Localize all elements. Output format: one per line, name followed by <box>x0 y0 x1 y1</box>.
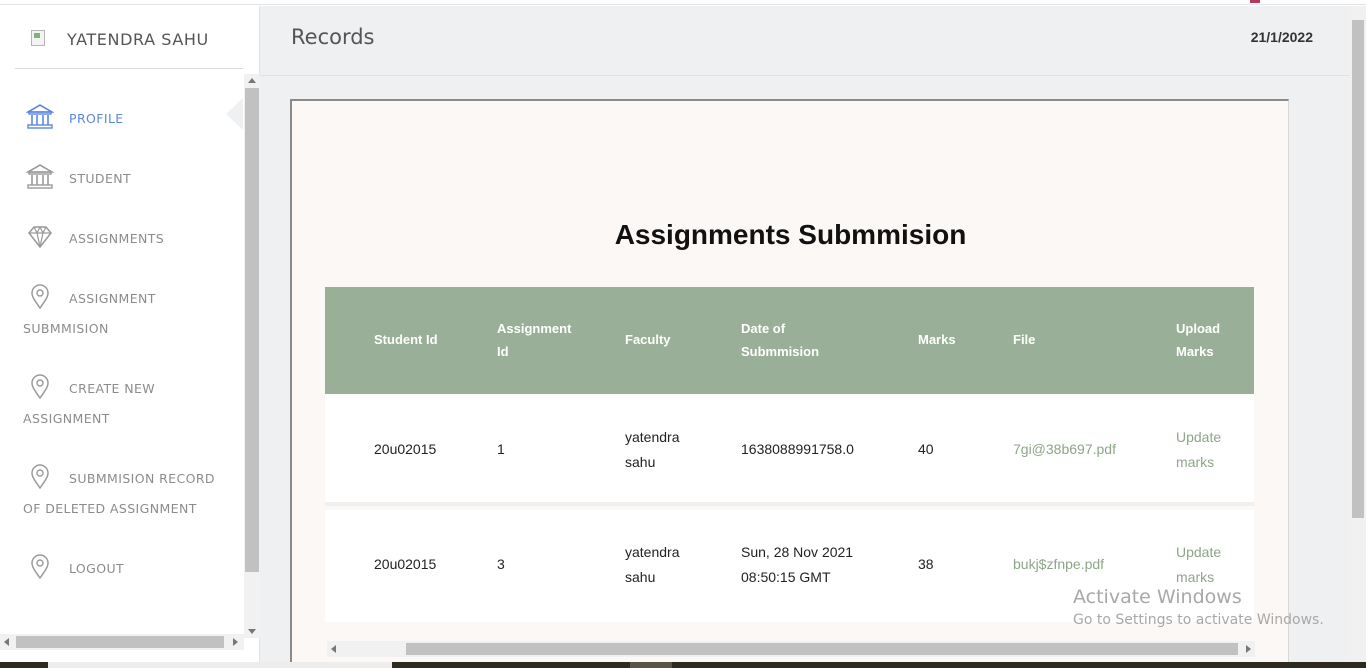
cell-faculty: yatendra sahu <box>625 544 680 585</box>
sidebar-item-label: PROFILE <box>69 111 124 126</box>
sidebar-item-label-line2: SUBMMISION <box>23 321 109 336</box>
bank-icon <box>26 164 54 189</box>
scrollbar-thumb[interactable] <box>406 643 1238 655</box>
column-header-marks: Marks <box>918 332 956 347</box>
column-header-student-id: Student Id <box>374 332 438 347</box>
location-pin-icon <box>31 374 49 400</box>
taskbar-app-button[interactable] <box>630 662 672 668</box>
file-link[interactable]: bukj$zfnpe.pdf <box>1013 552 1104 577</box>
activate-windows-watermark: Activate Windows Go to Settings to activ… <box>1073 586 1324 628</box>
scroll-down-arrow-icon[interactable] <box>248 629 256 634</box>
scroll-right-arrow-icon[interactable] <box>233 638 238 646</box>
sidebar-item-label: SUBMMISION RECORD <box>69 471 215 486</box>
page-header: Records 21/1/2022 <box>260 6 1350 76</box>
location-pin-icon <box>31 284 49 310</box>
scrollbar-thumb[interactable] <box>245 88 259 572</box>
sidebar-item-label: LOGOUT <box>69 561 125 576</box>
update-marks-link[interactable]: Update marks <box>1176 540 1221 590</box>
table-row: 20u02015 1 yatendra sahu 1638088991758.0 … <box>325 394 1254 506</box>
brand-name: YATENDRA SAHU <box>67 30 209 49</box>
sidebar-item-label-line2: ASSIGNMENT <box>23 411 110 426</box>
cell-faculty: yatendra sahu <box>625 429 680 470</box>
sidebar-nav: PROFILE STUDENT ASSIGNMENTS ASSIGNMENT S… <box>0 69 244 632</box>
scrollbar-thumb[interactable] <box>1352 20 1364 518</box>
current-date: 21/1/2022 <box>1250 29 1313 45</box>
sidebar-horizontal-scrollbar[interactable] <box>0 634 244 650</box>
column-header-faculty: Faculty <box>625 332 671 347</box>
records-card: Assignments Submmision Student Id Assign… <box>290 99 1289 662</box>
sidebar-item-label: ASSIGNMENT <box>69 291 156 306</box>
page-title: Records <box>291 25 375 49</box>
cell-student-id: 20u02015 <box>374 441 437 457</box>
scroll-right-arrow-icon[interactable] <box>1246 645 1251 653</box>
location-pin-icon <box>31 464 49 490</box>
cell-assignment-id: 3 <box>497 556 505 572</box>
brand: YATENDRA SAHU <box>15 6 243 69</box>
update-marks-link[interactable]: Update marks <box>1176 425 1221 475</box>
main-content: Records 21/1/2022 Assignments Submmision… <box>260 6 1350 662</box>
watermark-subtitle: Go to Settings to activate Windows. <box>1073 612 1324 628</box>
table-header: Student Id Assignment Id Faculty Date of S… <box>325 287 1254 394</box>
taskbar-search-box[interactable] <box>48 662 392 668</box>
column-header-assignment-id: Assignment Id <box>497 321 572 359</box>
browser-tab-marker <box>1250 0 1260 3</box>
cell-marks: 40 <box>918 441 934 457</box>
sidebar-item-label-line2: OF DELETED ASSIGNMENT <box>23 501 197 516</box>
taskbar <box>0 662 1366 668</box>
column-header-file: File <box>1013 332 1036 347</box>
column-header-date: Date of Submmision <box>741 321 820 359</box>
bank-icon <box>26 104 54 129</box>
table-horizontal-scrollbar[interactable] <box>327 641 1255 657</box>
cell-date: 1638088991758.0 <box>741 441 854 457</box>
active-indicator <box>226 98 243 130</box>
browser-top-strip <box>0 0 1366 5</box>
scroll-left-arrow-icon[interactable] <box>331 645 336 653</box>
cell-date: Sun, 28 Nov 2021 08:50:15 GMT <box>741 544 854 585</box>
scrollbar-thumb[interactable] <box>16 636 224 648</box>
sidebar-item-label: CREATE NEW <box>69 381 156 396</box>
scroll-left-arrow-icon[interactable] <box>4 638 9 646</box>
location-pin-icon <box>31 554 49 580</box>
card-title: Assignments Submmision <box>614 219 967 250</box>
sidebar-item-label: STUDENT <box>69 171 132 186</box>
cell-student-id: 20u02015 <box>374 556 437 572</box>
cell-marks: 38 <box>918 556 934 572</box>
broken-image-icon <box>31 30 45 46</box>
submissions-table: Student Id Assignment Id Faculty Date of S… <box>325 287 1254 627</box>
page-vertical-scrollbar[interactable] <box>1350 6 1366 662</box>
scroll-up-arrow-icon[interactable] <box>248 78 256 83</box>
diamond-icon <box>28 225 52 249</box>
watermark-title: Activate Windows <box>1073 586 1242 608</box>
sidebar: YATENDRA SAHU PROFILE STUDENT ASSIGNMENT… <box>0 6 260 662</box>
sidebar-item-label: ASSIGNMENTS <box>69 231 165 246</box>
file-link[interactable]: 7gi@38b697.pdf <box>1013 437 1116 462</box>
cell-assignment-id: 1 <box>497 441 505 457</box>
column-header-upload-marks: Upload Marks <box>1176 321 1221 359</box>
sidebar-vertical-scrollbar[interactable] <box>244 74 260 638</box>
